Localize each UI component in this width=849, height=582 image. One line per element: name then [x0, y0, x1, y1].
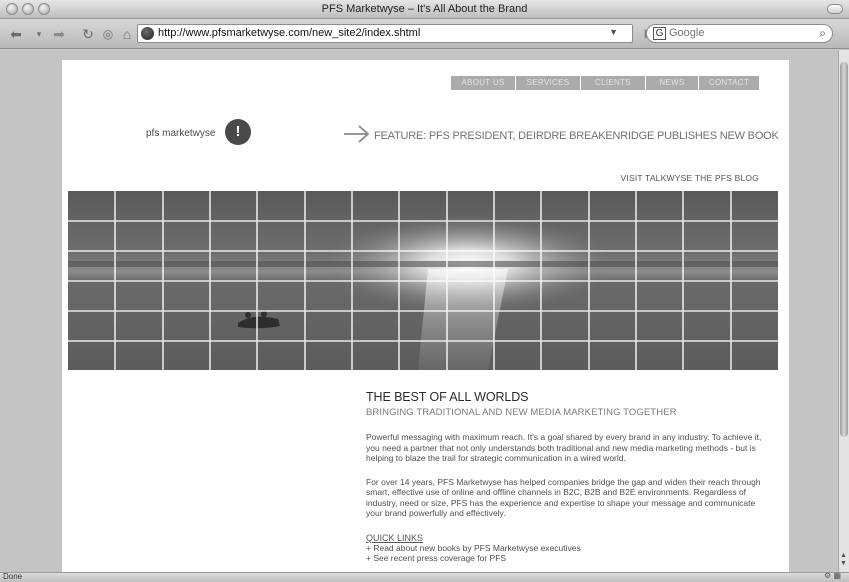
- arrow-right-icon: [344, 125, 370, 143]
- back-menu-chevron-icon[interactable]: ▾: [30, 24, 48, 44]
- brand-logo-mark[interactable]: !: [225, 119, 251, 145]
- reload-button[interactable]: ↻: [78, 24, 98, 44]
- home-button[interactable]: ⌂: [118, 24, 136, 44]
- content-subheading: BRINGING TRADITIONAL AND NEW MEDIA MARKE…: [366, 407, 677, 418]
- url-input[interactable]: [158, 27, 578, 39]
- feature-headline-link[interactable]: FEATURE: PFS PRESIDENT, DEIRDRE BREAKENR…: [374, 130, 779, 142]
- quick-link-item[interactable]: + Read about new books by PFS Marketwyse…: [366, 543, 766, 554]
- brand-name[interactable]: pfs marketwyse: [146, 128, 215, 139]
- quick-links-title[interactable]: QUICK LINKS: [366, 533, 766, 543]
- content-paragraph-2: For over 14 years, PFS Marketwyse has he…: [366, 476, 761, 519]
- blog-link[interactable]: VISIT TALKWYSE THE PFS BLOG: [621, 173, 759, 183]
- back-button[interactable]: ⬅: [4, 24, 28, 44]
- window-titlebar: PFS Marketwyse – It's All About the Bran…: [0, 0, 849, 19]
- nav-news[interactable]: NEWS: [646, 76, 698, 90]
- forward-button[interactable]: ➡: [48, 24, 70, 44]
- main-content: THE BEST OF ALL WORLDS BRINGING TRADITIO…: [366, 390, 766, 564]
- content-paragraph-1: Powerful messaging with maximum reach. I…: [366, 432, 762, 463]
- nav-clients[interactable]: CLIENTS: [581, 76, 645, 90]
- nav-services[interactable]: SERVICES: [516, 76, 580, 90]
- search-icon[interactable]: ⌕: [819, 26, 826, 41]
- window-title: PFS Marketwyse – It's All About the Bran…: [321, 3, 528, 15]
- browser-viewport: ABOUT US SERVICES CLIENTS NEWS CONTACT p…: [0, 50, 838, 572]
- status-icons: ⚙ ▦: [824, 571, 841, 580]
- site-icon: [141, 27, 154, 40]
- content-heading: THE BEST OF ALL WORLDS: [366, 390, 529, 404]
- web-page: ABOUT US SERVICES CLIENTS NEWS CONTACT p…: [62, 60, 789, 572]
- scroll-arrows-icon[interactable]: ▲ ▼: [840, 552, 847, 568]
- search-bar[interactable]: G ⌕: [646, 24, 833, 43]
- nav-about-us[interactable]: ABOUT US: [451, 76, 515, 90]
- vertical-scrollbar[interactable]: ▲ ▼: [838, 50, 849, 572]
- nav-contact[interactable]: CONTACT: [699, 76, 759, 90]
- quick-link-item[interactable]: + See recent press coverage for PFS: [366, 553, 766, 564]
- toolbar-toggle-button[interactable]: [827, 4, 843, 14]
- url-dropdown-chevron-icon[interactable]: ▼: [609, 27, 618, 37]
- main-nav: ABOUT US SERVICES CLIENTS NEWS CONTACT: [451, 76, 759, 90]
- search-input[interactable]: [669, 27, 799, 39]
- browser-toolbar: ⬅ ▾ ➡ ↻ ◎ ⌂ ▼ ▶ G ⌕: [0, 19, 849, 49]
- status-bar: Done ⚙ ▦: [0, 571, 849, 582]
- hero-sunset-image: [68, 191, 778, 370]
- address-bar[interactable]: ▼ ▶: [137, 24, 654, 43]
- search-engine-icon[interactable]: G: [653, 27, 666, 40]
- scrollbar-thumb[interactable]: [840, 62, 848, 437]
- stop-button[interactable]: ◎: [100, 24, 116, 44]
- status-text: Done: [3, 572, 23, 581]
